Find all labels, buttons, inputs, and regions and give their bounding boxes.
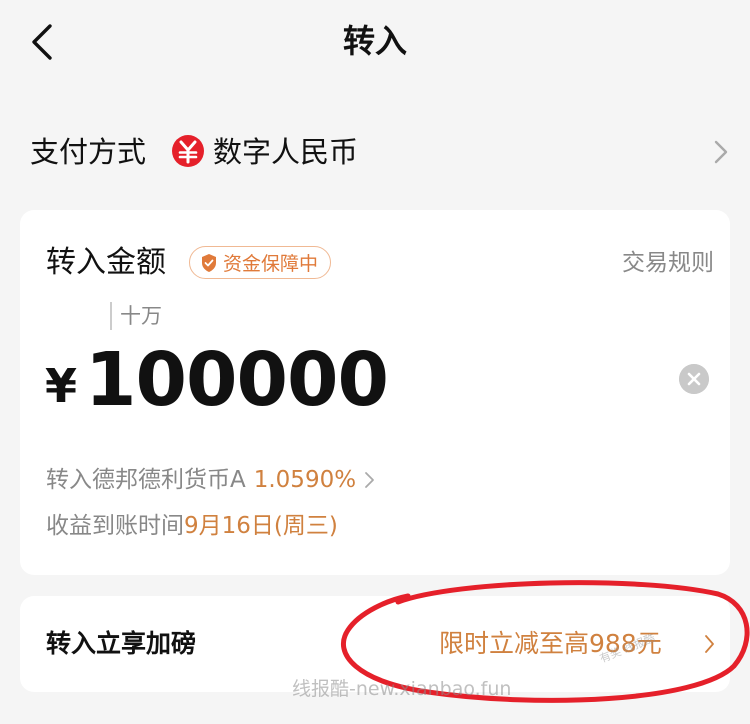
nav-bar: 转入 <box>0 0 750 84</box>
watermark: 线报酷-new.xianbao.fun <box>292 678 512 700</box>
badge-label: 资金保障中 <box>223 253 319 275</box>
fund-rate: 1.0590% <box>253 467 357 493</box>
trading-rules-link[interactable]: 交易规则 <box>622 246 714 280</box>
arrival-time: 收益到账时间9月16日(周三) <box>46 510 338 542</box>
payment-method-label: 支付方式 <box>30 135 147 169</box>
amount-card: 转入金额 资金保障中 交易规则 十万 ¥ 100000 转入德邦德利货币A 1.… <box>20 210 730 575</box>
chevron-right-icon <box>365 472 374 488</box>
amount-label: 转入金额 <box>46 245 166 280</box>
arrival-date: 9月16日(周三) <box>184 513 338 539</box>
bonus-label: 转入立享加磅 <box>46 629 197 658</box>
fund-name: 转入德邦德利货币A <box>46 467 246 493</box>
shield-icon <box>202 253 216 272</box>
chevron-right-icon <box>714 140 728 164</box>
arrival-label: 收益到账时间 <box>46 513 184 539</box>
fund-protection-badge: 资金保障中 <box>189 246 332 279</box>
clear-icon[interactable] <box>679 364 709 394</box>
page-title: 转入 <box>342 22 407 60</box>
payment-method-row[interactable]: 支付方式 数字人民币 <box>0 120 750 184</box>
chevron-right-icon <box>705 635 714 653</box>
fund-info-link[interactable]: 转入德邦德利货币A 1.0590% <box>46 464 375 496</box>
amount-input[interactable]: 100000 <box>85 338 389 422</box>
yuan-icon <box>172 135 204 167</box>
payment-method-value: 数字人民币 <box>213 135 359 169</box>
amount-unit-hint: 十万 <box>110 302 162 330</box>
currency-symbol: ¥ <box>45 359 78 413</box>
